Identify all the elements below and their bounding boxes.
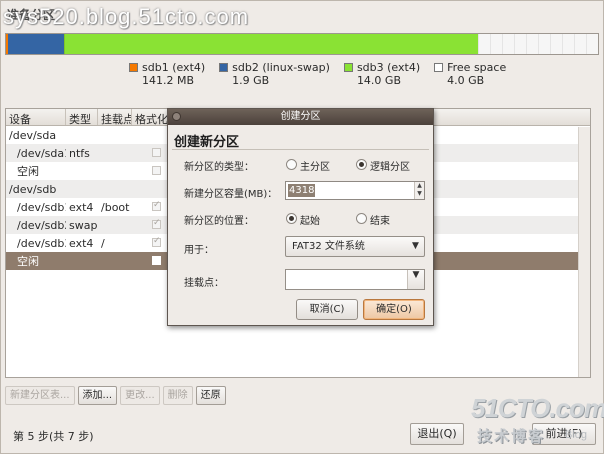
column-header-format[interactable]: 格式化？ (132, 109, 172, 125)
legend-swatch (343, 63, 353, 72)
partition-bar-sdb2 (8, 34, 64, 54)
legend-item-sdb3: sdb3 (ext4) 14.0 GB (343, 61, 421, 89)
partition-size-value[interactable]: 4318 (288, 184, 316, 197)
legend-swatch (434, 63, 444, 72)
legend-name: sdb2 (linux-swap) (232, 61, 330, 74)
dialog-heading: 创建新分区 (174, 135, 240, 150)
column-header-mount[interactable]: 挂载点 (98, 109, 132, 125)
51cto-watermark-logo: 51CTO.com 技术博客 Blog (471, 393, 604, 451)
cell-format (132, 219, 172, 232)
dialog-separator (172, 149, 429, 150)
partition-action-buttons: 新建分区表... 添加... 更改... 删除 还原 (5, 386, 226, 405)
add-button[interactable]: 添加... (77, 386, 118, 405)
cell-format (132, 237, 172, 250)
cell-device: /dev/sdb3 (17, 236, 66, 250)
partition-size-label: 新建分区容量(MB)： (184, 189, 278, 200)
legend-size: 4.0 GB (447, 74, 485, 87)
revert-button[interactable]: 还原 (195, 386, 226, 405)
column-header-type[interactable]: 类型 (66, 109, 98, 125)
legend-swatch (129, 63, 138, 72)
close-icon[interactable] (172, 112, 181, 121)
cell-device: /dev/sdb1 (17, 200, 66, 214)
radio-position-end[interactable]: 结束 (356, 212, 390, 227)
partition-position-label: 新分区的位置： (184, 216, 254, 227)
format-checkbox[interactable] (152, 255, 161, 265)
legend-swatch (219, 63, 229, 72)
new-partition-table-button[interactable]: 新建分区表... (5, 386, 75, 405)
legend-name: sdb3 (ext4) (356, 61, 421, 74)
logo-sub-text: 技术博客 (477, 427, 546, 445)
cell-device: /dev/sdb (9, 182, 57, 196)
format-checkbox[interactable] (152, 201, 161, 211)
partition-bar-free (478, 34, 598, 54)
change-button[interactable]: 更改... (120, 386, 160, 405)
cell-type: ext4 (69, 236, 94, 250)
dialog-titlebar[interactable]: 创建分区 (168, 109, 433, 125)
header-area: 准备分区 sys520.blog.51cto.com (1, 3, 604, 29)
installer-window: 准备分区 sys520.blog.51cto.com sdb1 (ext4) 1… (0, 0, 604, 454)
partition-type-label: 新分区的类型： (184, 162, 254, 173)
cell-device: 空闲 (17, 165, 39, 178)
format-checkbox[interactable] (152, 219, 161, 229)
logo-blog-text: Blog (565, 429, 588, 441)
cell-type: ntfs (69, 146, 90, 160)
column-header-device[interactable]: 设备 (6, 109, 66, 125)
format-checkbox[interactable] (152, 165, 161, 175)
legend-item-free: Free space 4.0 GB (434, 61, 506, 89)
use-as-label: 用于： (184, 245, 214, 256)
legend-name: sdb1 (ext4) (142, 61, 206, 74)
legend-item-sdb1: sdb1 (ext4) 141.2 MB (129, 61, 205, 89)
use-as-value: FAT32 文件系统 (292, 241, 365, 252)
create-partition-dialog: 创建分区 创建新分区 新分区的类型： 主分区 逻辑分区 新建分区容量(MB)： … (167, 108, 434, 326)
spin-arrows-icon[interactable]: ▲ ▼ (414, 182, 424, 199)
legend-item-sdb2: sdb2 (linux-swap) 1.9 GB (219, 61, 330, 89)
step-indicator: 第 5 步(共 7 步) (13, 430, 94, 443)
cell-device: /dev/sda1 (17, 146, 66, 160)
legend-name: Free space (447, 61, 507, 74)
radio-primary[interactable]: 主分区 (286, 158, 330, 173)
cell-mount: /boot (101, 200, 130, 214)
radio-logical[interactable]: 逻辑分区 (356, 158, 410, 173)
cell-device: 空闲 (17, 255, 39, 268)
legend-size: 141.2 MB (142, 74, 195, 87)
table-scrollbar[interactable] (578, 127, 590, 377)
mount-point-label: 挂载点： (184, 278, 224, 289)
delete-button[interactable]: 删除 (162, 386, 193, 405)
watermark-url: sys520.blog.51cto.com (3, 4, 250, 29)
chevron-down-icon: ▼ (412, 241, 419, 251)
dialog-title: 创建分区 (280, 111, 321, 122)
quit-button[interactable]: 退出(Q) (410, 423, 464, 445)
logo-main-text: 51CTO.com (471, 393, 604, 423)
chevron-down-icon[interactable]: ▼ (407, 270, 424, 289)
cell-type: ext4 (69, 200, 94, 214)
cell-format (132, 165, 172, 178)
cell-device: /dev/sda (9, 128, 57, 142)
partition-bar-sdb3 (64, 34, 478, 54)
cell-format (132, 201, 172, 214)
radio-position-start[interactable]: 起始 (286, 212, 320, 227)
legend-size: 1.9 GB (232, 74, 270, 87)
cell-type: swap (69, 218, 98, 232)
use-as-combo[interactable]: FAT32 文件系统 ▼ (285, 236, 425, 257)
cell-mount: / (101, 236, 105, 250)
legend-size: 14.0 GB (356, 74, 401, 87)
cell-device: /dev/sdb2 (17, 218, 66, 232)
partition-size-spinbox[interactable]: 4318 ▲ ▼ (285, 181, 425, 200)
cell-format (132, 255, 172, 268)
mount-point-combo[interactable]: ▼ (285, 269, 425, 290)
partition-legend: sdb1 (ext4) 141.2 MB sdb2 (linux-swap) 1… (129, 61, 520, 89)
format-checkbox[interactable] (152, 147, 161, 157)
ok-button[interactable]: 确定(O) (363, 299, 425, 320)
cancel-button[interactable]: 取消(C) (296, 299, 358, 320)
format-checkbox[interactable] (152, 237, 161, 247)
cell-format (132, 147, 172, 160)
partition-bar (5, 33, 599, 55)
